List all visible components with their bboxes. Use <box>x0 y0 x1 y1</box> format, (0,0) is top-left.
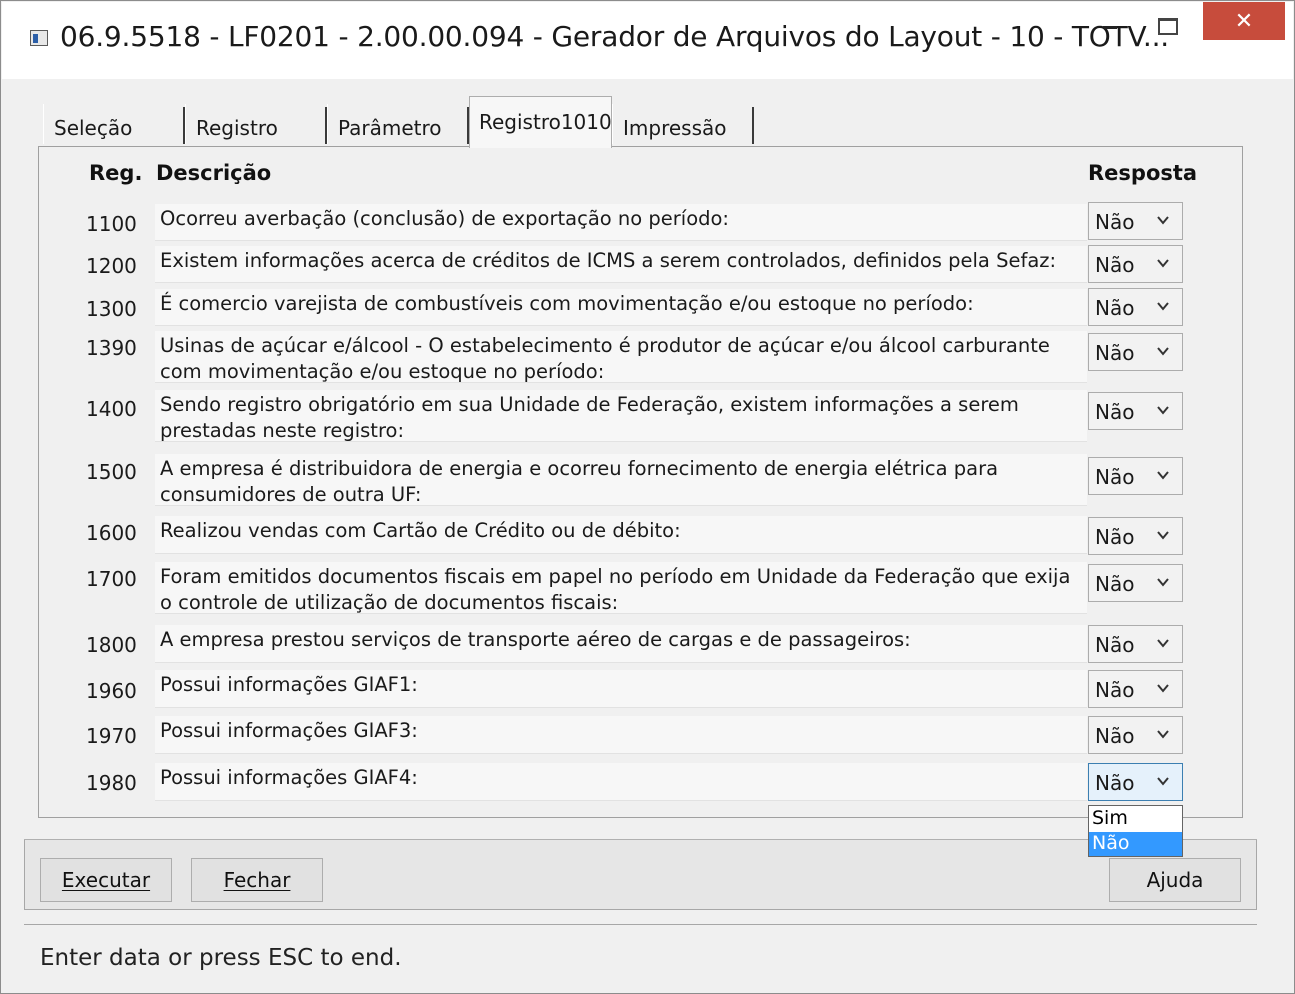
title-bar: 06.9.5518 - LF0201 - 2.00.00.094 - Gerad… <box>2 2 1293 79</box>
row-code: 1600 <box>86 521 137 545</box>
tab-impressao[interactable]: Impressão <box>612 104 754 144</box>
answer-value: Não <box>1095 525 1135 549</box>
execute-button[interactable]: Executar <box>40 858 172 902</box>
dropdown-option-nao[interactable]: Não <box>1089 832 1182 856</box>
answer-select[interactable]: Não <box>1088 457 1183 495</box>
answer-value: Não <box>1095 465 1135 489</box>
answer-select[interactable]: Não <box>1088 763 1183 801</box>
chevron-down-icon <box>1156 212 1170 226</box>
row-code: 1960 <box>86 679 137 703</box>
answer-select[interactable]: Não <box>1088 333 1183 371</box>
answer-value: Não <box>1095 253 1135 277</box>
answer-select[interactable]: Não <box>1088 392 1183 430</box>
answer-value: Não <box>1095 341 1135 365</box>
tab-registro1010[interactable]: Registro1010 <box>469 96 612 148</box>
tab-parametro[interactable]: Parâmetro <box>327 104 469 144</box>
close-window-button[interactable]: ✕ <box>1203 2 1285 40</box>
answer-value: Não <box>1095 724 1135 748</box>
chevron-down-icon <box>1156 527 1170 541</box>
row-code: 1200 <box>86 254 137 278</box>
answer-value: Não <box>1095 210 1135 234</box>
tab-label: Registro1010 <box>479 110 612 134</box>
answer-value: Não <box>1095 296 1135 320</box>
row-code: 1500 <box>86 460 137 484</box>
tab-label: Seleção <box>54 116 133 140</box>
row-description: Possui informações GIAF1: <box>155 670 1087 708</box>
answer-value: Não <box>1095 572 1135 596</box>
chevron-down-icon <box>1156 680 1170 694</box>
close-button[interactable]: Fechar <box>191 858 323 902</box>
status-bar: Enter data or press ESC to end. <box>24 924 1257 992</box>
chevron-down-icon <box>1156 773 1170 787</box>
row-description: Sendo registro obrigatório em sua Unidad… <box>155 390 1087 442</box>
chevron-down-icon <box>1156 255 1170 269</box>
answer-value: Não <box>1095 771 1135 795</box>
chevron-down-icon <box>1156 574 1170 588</box>
tab-label: Impressão <box>623 116 727 140</box>
header-resposta: Resposta <box>1088 161 1198 185</box>
answer-select[interactable]: Não <box>1088 288 1183 326</box>
execute-label: Executar <box>61 868 151 892</box>
row-code: 1400 <box>86 397 137 421</box>
row-description: A empresa é distribuidora de energia e o… <box>155 454 1087 506</box>
chevron-down-icon <box>1156 467 1170 481</box>
answer-select[interactable]: Não <box>1088 245 1183 283</box>
maximize-icon <box>1158 17 1178 35</box>
row-description: É comercio varejista de combustíveis com… <box>155 289 1087 326</box>
answer-dropdown-list[interactable]: Sim Não <box>1088 805 1183 857</box>
row-code: 1100 <box>86 212 137 236</box>
close-label: Fechar <box>223 868 291 892</box>
maximize-button[interactable] <box>1140 2 1196 50</box>
chevron-down-icon <box>1156 635 1170 649</box>
row-description: Realizou vendas com Cartão de Crédito ou… <box>155 516 1087 554</box>
row-description: Existem informações acerca de créditos d… <box>155 246 1087 283</box>
row-code: 1800 <box>86 633 137 657</box>
answer-select[interactable]: Não <box>1088 564 1183 602</box>
minimize-icon <box>1103 25 1117 29</box>
answer-value: Não <box>1095 633 1135 657</box>
row-description: Possui informações GIAF4: <box>155 763 1087 801</box>
help-button[interactable]: Ajuda <box>1109 858 1241 902</box>
row-description: Possui informações GIAF3: <box>155 716 1087 754</box>
row-code: 1970 <box>86 724 137 748</box>
app-icon <box>30 30 48 46</box>
row-code: 1390 <box>86 336 137 360</box>
header-reg: Reg. <box>89 161 143 185</box>
row-description: Usinas de açúcar e/álcool - O estabeleci… <box>155 331 1087 383</box>
header-descricao: Descrição <box>156 161 272 185</box>
row-code: 1980 <box>86 771 137 795</box>
tab-registro[interactable]: Registro <box>185 104 327 144</box>
answer-select[interactable]: Não <box>1088 202 1183 240</box>
row-code: 1300 <box>86 297 137 321</box>
answer-value: Não <box>1095 678 1135 702</box>
answer-select[interactable]: Não <box>1088 625 1183 663</box>
tab-selecao[interactable]: Seleção <box>43 104 185 144</box>
row-description: Foram emitidos documentos fiscais em pap… <box>155 562 1087 614</box>
answer-select[interactable]: Não <box>1088 716 1183 754</box>
answer-select[interactable]: Não <box>1088 670 1183 708</box>
close-icon: ✕ <box>1234 8 1254 34</box>
answer-select[interactable]: Não <box>1088 517 1183 555</box>
chevron-down-icon <box>1156 298 1170 312</box>
minimize-button[interactable] <box>1082 2 1138 50</box>
help-label: Ajuda <box>1146 868 1204 892</box>
answer-value: Não <box>1095 400 1135 424</box>
chevron-down-icon <box>1156 343 1170 357</box>
chevron-down-icon <box>1156 402 1170 416</box>
row-description: Ocorreu averbação (conclusão) de exporta… <box>155 204 1087 241</box>
chevron-down-icon <box>1156 726 1170 740</box>
row-code: 1700 <box>86 567 137 591</box>
status-text: Enter data or press ESC to end. <box>40 945 402 971</box>
tab-label: Registro <box>196 116 278 140</box>
app-window: 06.9.5518 - LF0201 - 2.00.00.094 - Gerad… <box>0 0 1295 994</box>
row-description: A empresa prestou serviços de transporte… <box>155 625 1087 663</box>
window-title: 06.9.5518 - LF0201 - 2.00.00.094 - Gerad… <box>60 20 1169 53</box>
tab-label: Parâmetro <box>338 116 442 140</box>
dropdown-option-sim[interactable]: Sim <box>1089 807 1182 831</box>
